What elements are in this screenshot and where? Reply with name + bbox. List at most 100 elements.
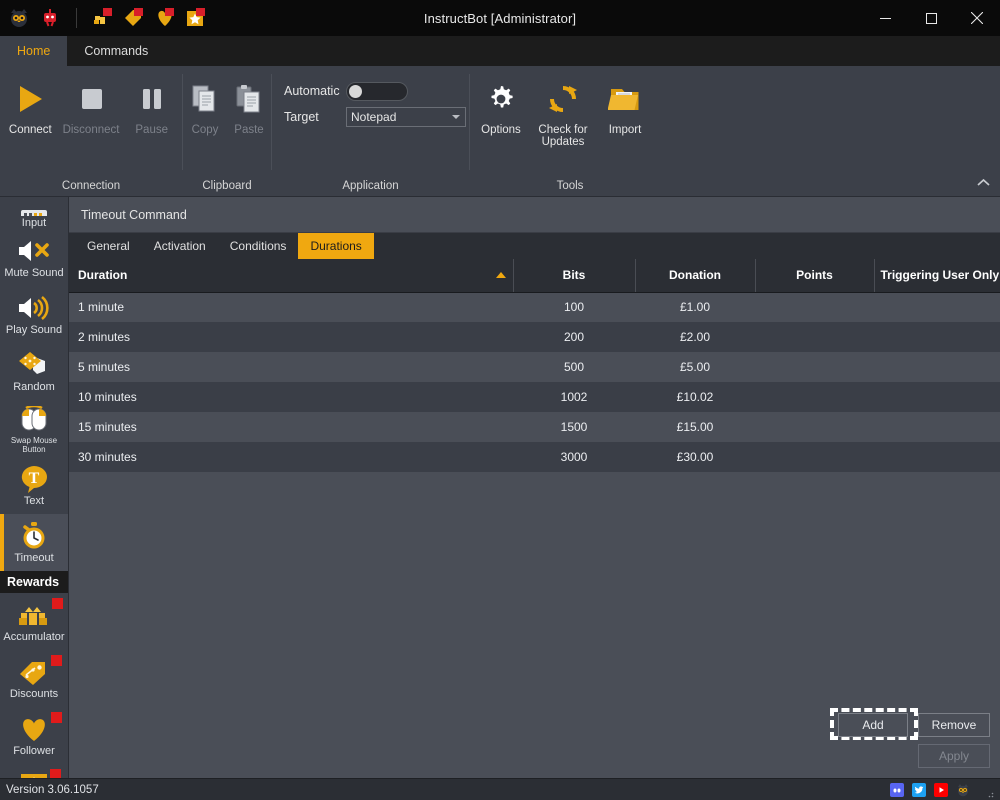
apply-button[interactable]: Apply <box>918 744 990 768</box>
cell-bits: 200 <box>513 322 635 352</box>
youtube-icon[interactable] <box>934 782 948 797</box>
import-button[interactable]: Import <box>594 76 656 136</box>
dice-icon <box>17 350 51 380</box>
add-button[interactable]: Add <box>838 713 908 737</box>
table-row[interactable]: 2 minutes 200 £2.00 <box>69 322 1000 352</box>
robot-icon[interactable] <box>39 7 61 29</box>
sidebar-item-label-text: Text <box>23 495 45 507</box>
tab-activation[interactable]: Activation <box>142 233 218 259</box>
toggle-knob <box>349 84 362 98</box>
cell-donation: £10.02 <box>635 382 755 412</box>
maximize-button[interactable] <box>908 0 954 36</box>
text-bubble-icon: T <box>19 464 49 494</box>
sidebar-item-input[interactable]: Input <box>0 197 68 229</box>
discounts-badge <box>51 655 62 666</box>
sidebar-item-timeout[interactable]: Timeout <box>0 514 68 571</box>
main-panel: Timeout Command General Activation Condi… <box>69 197 1000 778</box>
pause-label: Pause <box>135 124 168 136</box>
minimize-button[interactable] <box>862 0 908 36</box>
tab-general[interactable]: General <box>75 233 142 259</box>
cell-points <box>755 292 874 322</box>
sidebar-item-label-timeout: Timeout <box>14 552 54 564</box>
table-row[interactable]: 5 minutes 500 £5.00 <box>69 352 1000 382</box>
remove-button[interactable]: Remove <box>918 713 990 737</box>
sidebar-item-subscriber[interactable]: Subscriber <box>0 764 68 778</box>
disconnect-label: Disconnect <box>62 124 120 136</box>
ribbon-group-application: Automatic Target Notepad Application <box>272 66 469 196</box>
sidebar-item-random[interactable]: Random <box>0 343 68 400</box>
page-title: Timeout Command <box>69 197 1000 233</box>
table-row[interactable]: 1 minute 100 £1.00 <box>69 292 1000 322</box>
sidebar-item-play-sound[interactable]: Play Sound <box>0 286 68 343</box>
cell-donation: £1.00 <box>635 292 755 322</box>
automatic-label: Automatic <box>284 84 340 98</box>
cell-triggering-user-only <box>874 292 1000 322</box>
owl-logo-icon[interactable] <box>8 7 30 29</box>
sidebar-item-text[interactable]: T Text <box>0 457 68 514</box>
play-sound-icon <box>15 293 53 323</box>
ribbon-tab-strip: Home Commands <box>0 36 1000 66</box>
chevron-down-icon <box>452 115 460 119</box>
stop-icon <box>74 80 108 118</box>
window-controls <box>862 0 1000 36</box>
subscriber-icon[interactable] <box>185 7 207 29</box>
cell-duration: 1 minute <box>69 292 513 322</box>
target-dropdown[interactable]: Notepad <box>346 107 466 127</box>
copy-label: Copy <box>191 124 219 136</box>
discounts-icon[interactable] <box>123 7 145 29</box>
sidebar-item-discounts[interactable]: Discounts <box>0 650 68 707</box>
resize-grip[interactable] <box>984 785 994 797</box>
cell-donation: £5.00 <box>635 352 755 382</box>
sidebar-item-follower[interactable]: Follower <box>0 707 68 764</box>
close-button[interactable] <box>954 0 1000 36</box>
disconnect-button[interactable]: Disconnect <box>61 76 122 136</box>
table-row[interactable]: 10 minutes 1002 £10.02 <box>69 382 1000 412</box>
tab-conditions[interactable]: Conditions <box>218 233 299 259</box>
ribbon-tab-home[interactable]: Home <box>0 36 68 66</box>
owl-icon[interactable] <box>956 783 970 797</box>
follower-icon <box>18 712 62 744</box>
table-row[interactable]: 15 minutes 1500 £15.00 <box>69 412 1000 442</box>
accumulator-icon[interactable] <box>92 7 114 29</box>
column-header-donation[interactable]: Donation <box>635 259 756 293</box>
column-header-points[interactable]: Points <box>755 259 875 293</box>
ribbon-tab-commands[interactable]: Commands <box>67 36 165 66</box>
pause-icon <box>135 80 169 118</box>
follower-icon[interactable] <box>154 7 176 29</box>
connect-label: Connect <box>8 124 52 136</box>
cell-duration: 15 minutes <box>69 412 513 442</box>
cell-duration: 5 minutes <box>69 352 513 382</box>
social-links <box>890 782 994 797</box>
ribbon-collapse-button[interactable] <box>970 170 996 194</box>
check-for-updates-button[interactable]: Check for Updates <box>532 76 594 148</box>
column-header-duration[interactable]: Duration <box>69 259 514 293</box>
automatic-toggle[interactable] <box>346 81 408 101</box>
column-header-bits[interactable]: Bits <box>513 259 636 293</box>
sort-ascending-icon <box>495 272 506 279</box>
sidebar-item-accumulator[interactable]: Accumulator <box>0 593 68 650</box>
sidebar-item-label-follower: Follower <box>13 745 55 757</box>
column-header-triggering-user-only[interactable]: Triggering User Only <box>874 259 1000 293</box>
pause-button[interactable]: Pause <box>121 76 182 136</box>
import-label: Import <box>608 124 642 136</box>
copy-button[interactable]: Copy <box>183 76 227 136</box>
options-button[interactable]: Options <box>470 76 532 136</box>
tab-durations[interactable]: Durations <box>298 233 374 259</box>
sidebar-item-swap-mouse-button[interactable]: Swap Mouse Button <box>0 400 68 457</box>
cell-donation: £15.00 <box>635 412 755 442</box>
title-bar: InstructBot [Administrator] <box>0 0 1000 36</box>
options-label: Options <box>481 124 521 136</box>
discord-icon[interactable] <box>890 782 904 797</box>
connect-button[interactable]: Connect <box>0 76 61 136</box>
cell-donation: £2.00 <box>635 322 755 352</box>
cell-triggering-user-only <box>874 322 1000 352</box>
swap-mouse-icon <box>16 404 52 434</box>
sidebar-item-label-mute-sound: Mute Sound <box>4 267 64 279</box>
paste-button[interactable]: Paste <box>227 76 271 136</box>
table-row[interactable]: 30 minutes 3000 £30.00 <box>69 442 1000 472</box>
sidebar-item-label-swap-mouse-button: Swap Mouse Button <box>10 435 58 454</box>
sidebar-item-mute-sound[interactable]: Mute Sound <box>0 229 68 286</box>
sidebar-item-label-random: Random <box>13 381 55 393</box>
twitter-icon[interactable] <box>912 782 926 797</box>
quick-access-separator <box>76 8 77 28</box>
